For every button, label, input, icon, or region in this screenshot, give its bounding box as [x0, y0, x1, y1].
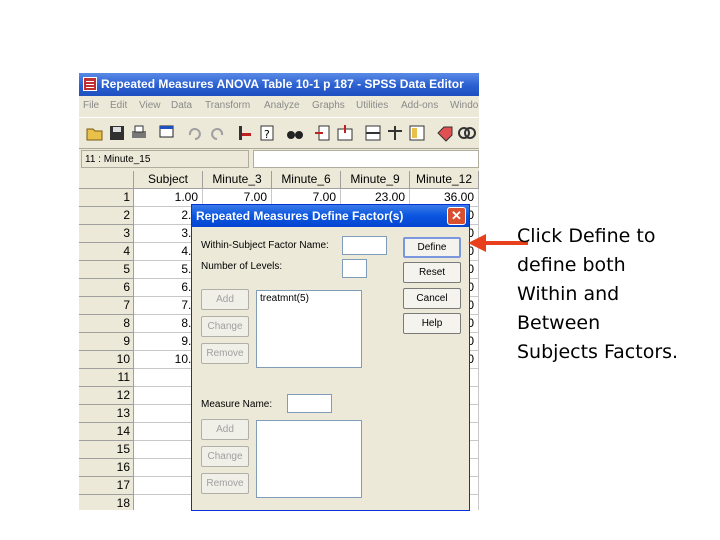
remove-measure-button[interactable]: Remove: [201, 473, 249, 494]
toolbar: ?: [79, 117, 479, 149]
measure-name-input[interactable]: [287, 394, 332, 413]
save-icon[interactable]: [107, 123, 127, 143]
column-header-minute-12[interactable]: Minute_12: [410, 171, 479, 189]
levels-input[interactable]: [342, 259, 367, 278]
menu-utilities[interactable]: Utilities: [356, 97, 388, 115]
row-header[interactable]: 12: [79, 387, 134, 405]
variables-icon[interactable]: ?: [257, 123, 277, 143]
redo-icon[interactable]: [207, 123, 227, 143]
menu-bar: File Edit View Data Transform Analyze Gr…: [79, 97, 479, 115]
row-header[interactable]: 16: [79, 459, 134, 477]
row-header[interactable]: 4: [79, 243, 134, 261]
goto-case-icon[interactable]: [235, 123, 255, 143]
row-header[interactable]: 10: [79, 351, 134, 369]
add-factor-button[interactable]: Add: [201, 289, 249, 310]
menu-data[interactable]: Data: [171, 97, 192, 115]
define-button[interactable]: Define: [403, 237, 461, 258]
cancel-button[interactable]: Cancel: [403, 288, 461, 309]
measure-list[interactable]: [256, 420, 362, 498]
change-measure-button[interactable]: Change: [201, 446, 249, 467]
row-header[interactable]: 9: [79, 333, 134, 351]
factor-name-label: Within-Subject Factor Name:: [201, 240, 329, 251]
menu-window[interactable]: Windo: [450, 97, 478, 115]
row-header[interactable]: 14: [79, 423, 134, 441]
factor-name-input[interactable]: [342, 236, 387, 255]
cell-value-editor[interactable]: [253, 150, 479, 168]
row-header[interactable]: 15: [79, 441, 134, 459]
window-title: Repeated Measures ANOVA Table 10-1 p 187…: [101, 77, 464, 91]
row-header[interactable]: 13: [79, 405, 134, 423]
column-header-minute-9[interactable]: Minute_9: [341, 171, 410, 189]
menu-transform[interactable]: Transform: [205, 97, 250, 115]
menu-analyze[interactable]: Analyze: [264, 97, 300, 115]
levels-label: Number of Levels:: [201, 261, 283, 272]
dialog-recall-icon[interactable]: [157, 123, 177, 143]
close-icon[interactable]: ✕: [447, 207, 466, 225]
row-header[interactable]: 18: [79, 495, 134, 510]
dialog-title: Repeated Measures Define Factor(s): [192, 205, 469, 227]
row-header[interactable]: 2: [79, 207, 134, 225]
undo-icon[interactable]: [185, 123, 205, 143]
menu-view[interactable]: View: [139, 97, 161, 115]
column-header-subject[interactable]: Subject: [134, 171, 203, 189]
factor-list-item[interactable]: treatmnt(5): [260, 293, 358, 304]
row-header[interactable]: 11: [79, 369, 134, 387]
insert-case-icon[interactable]: [313, 123, 333, 143]
menu-graphs[interactable]: Graphs: [312, 97, 345, 115]
grid-corner: [79, 171, 134, 189]
menu-addons[interactable]: Add-ons: [401, 97, 438, 115]
remove-factor-button[interactable]: Remove: [201, 343, 249, 364]
menu-file[interactable]: File: [83, 97, 99, 115]
value-labels-icon[interactable]: [435, 123, 455, 143]
instruction-callout: Click Define to define both Within and B…: [517, 225, 679, 363]
row-header[interactable]: 8: [79, 315, 134, 333]
insert-variable-icon[interactable]: [335, 123, 355, 143]
reset-button[interactable]: Reset: [403, 262, 461, 283]
print-icon[interactable]: [129, 123, 149, 143]
add-measure-button[interactable]: Add: [201, 419, 249, 440]
help-button[interactable]: Help: [403, 313, 461, 334]
define-factors-dialog: Repeated Measures Define Factor(s) ✕ Wit…: [191, 204, 470, 511]
column-header-minute-3[interactable]: Minute_3: [203, 171, 272, 189]
svg-text:?: ?: [264, 128, 270, 141]
measure-name-label: Measure Name:: [201, 399, 273, 410]
change-factor-button[interactable]: Change: [201, 316, 249, 337]
spss-app-icon: [83, 77, 97, 91]
find-icon[interactable]: [285, 123, 305, 143]
open-icon[interactable]: [85, 123, 105, 143]
split-file-icon[interactable]: [363, 123, 383, 143]
window-titlebar: Repeated Measures ANOVA Table 10-1 p 187…: [79, 73, 479, 96]
use-sets-icon[interactable]: [457, 123, 477, 143]
row-header[interactable]: 5: [79, 261, 134, 279]
row-header[interactable]: 17: [79, 477, 134, 495]
cell-reference: 11 : Minute_15: [81, 150, 249, 168]
column-header-minute-6[interactable]: Minute_6: [272, 171, 341, 189]
weight-cases-icon[interactable]: [385, 123, 405, 143]
select-cases-icon[interactable]: [407, 123, 427, 143]
factor-list[interactable]: treatmnt(5): [256, 290, 362, 368]
row-header[interactable]: 7: [79, 297, 134, 315]
row-header[interactable]: 1: [79, 189, 134, 207]
row-header[interactable]: 3: [79, 225, 134, 243]
row-header[interactable]: 6: [79, 279, 134, 297]
menu-edit[interactable]: Edit: [110, 97, 127, 115]
